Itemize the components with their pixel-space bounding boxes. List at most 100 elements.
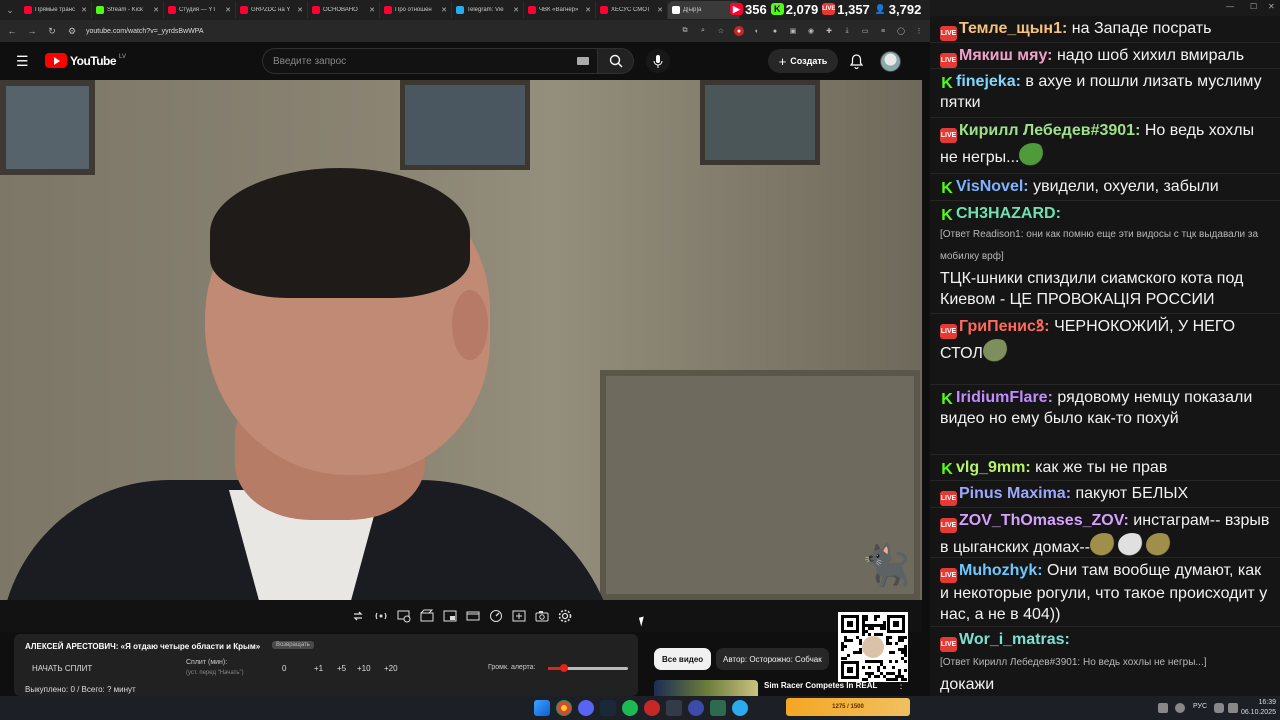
maximize-icon[interactable]: ☐ bbox=[1250, 2, 1257, 11]
chat-nickname[interactable]: Pinus Maxima bbox=[959, 485, 1066, 502]
chat-nickname[interactable]: VisNovel bbox=[956, 178, 1023, 195]
chrome-icon[interactable] bbox=[556, 700, 572, 716]
discord-icon[interactable] bbox=[578, 700, 594, 716]
voice-search-button[interactable] bbox=[646, 49, 670, 73]
chat-nickname[interactable]: Wor_i_matras bbox=[959, 631, 1065, 648]
tab-close-icon[interactable]: ✕ bbox=[513, 6, 519, 14]
extension-icon[interactable]: ▣ bbox=[788, 26, 798, 36]
notifications-button[interactable] bbox=[848, 52, 864, 70]
chat-nickname[interactable]: ГриПенисꝸ bbox=[959, 318, 1044, 335]
return-badge[interactable]: Возвращать bbox=[272, 641, 314, 649]
close-icon[interactable]: ✕ bbox=[1268, 2, 1275, 11]
screenshot-viewer-icon[interactable] bbox=[396, 609, 411, 624]
reload-icon[interactable]: ↻ bbox=[46, 26, 58, 37]
extension-icon[interactable]: ◐ bbox=[752, 26, 762, 36]
browser-tab[interactable]: GRPZDC на Y ✕ bbox=[236, 1, 308, 19]
tab-close-icon[interactable]: ✕ bbox=[441, 6, 447, 14]
tab-search-icon[interactable]: ⌄ bbox=[0, 0, 20, 20]
menu-icon[interactable]: ☰ bbox=[16, 54, 30, 68]
speed-icon[interactable] bbox=[488, 609, 503, 624]
zoom-icon[interactable]: ⌕ bbox=[698, 26, 708, 36]
site-info-icon[interactable]: ⚙ bbox=[66, 26, 78, 37]
chat-nickname[interactable]: Темле_щын1 bbox=[959, 20, 1062, 37]
start-icon[interactable] bbox=[534, 700, 550, 716]
chat-nickname[interactable]: IridiumFlare bbox=[956, 389, 1048, 406]
url-field[interactable]: youtube.com/watch?v=_yyrdsBwWPA bbox=[86, 28, 672, 35]
tab-close-icon[interactable]: ✕ bbox=[153, 6, 159, 14]
back-icon[interactable]: ← bbox=[6, 26, 18, 36]
browser-tab[interactable]: Stream - Kick ✕ bbox=[92, 1, 164, 19]
profile-icon[interactable]: ◯ bbox=[896, 26, 906, 36]
minimize-icon[interactable]: — bbox=[1226, 2, 1234, 11]
keyboard-language[interactable]: РУС bbox=[1193, 703, 1207, 710]
tab-close-icon[interactable]: ✕ bbox=[297, 6, 303, 14]
video-player[interactable]: 🐈‍⬛ bbox=[0, 80, 922, 600]
alert-volume-slider[interactable] bbox=[548, 664, 628, 672]
clapperboard-icon[interactable] bbox=[419, 609, 434, 624]
extension-icon[interactable]: ● bbox=[734, 26, 744, 36]
more-actions-icon[interactable]: ⋮ bbox=[896, 680, 906, 691]
browser-tab[interactable]: Студия — YT ✕ bbox=[164, 1, 236, 19]
picture-in-picture-icon[interactable] bbox=[442, 609, 457, 624]
add-5-button[interactable]: +5 bbox=[337, 664, 346, 673]
chat-nickname[interactable]: Мякиш мяу bbox=[959, 47, 1047, 64]
clock[interactable]: 16:39 06.10.2025 bbox=[1240, 698, 1276, 718]
chat-nickname[interactable]: ZOV_ThOmases_ZOV bbox=[959, 512, 1124, 529]
browser-tab[interactable]: ХЕСУС СМОТ ✕ bbox=[596, 1, 668, 19]
bookmark-star-icon[interactable]: ☆ bbox=[716, 26, 726, 36]
chip-author[interactable]: Автор: Осторожно: Собчак bbox=[716, 648, 829, 670]
youtube-logo[interactable]: YouTube LV bbox=[45, 53, 126, 68]
search-button[interactable] bbox=[598, 48, 634, 74]
network-icon[interactable] bbox=[1214, 703, 1224, 713]
app-icon[interactable] bbox=[710, 700, 726, 716]
microphone-tray-icon[interactable] bbox=[1175, 703, 1185, 713]
browser-tab[interactable]: Telegram: Vie ✕ bbox=[452, 1, 524, 19]
obs-icon[interactable] bbox=[644, 700, 660, 716]
loop-icon[interactable] bbox=[350, 609, 365, 624]
tab-close-icon[interactable]: ✕ bbox=[81, 6, 87, 14]
start-split-button[interactable]: НАЧАТЬ СПЛИТ bbox=[32, 664, 92, 673]
tab-close-icon[interactable]: ✕ bbox=[657, 6, 663, 14]
chat-nickname[interactable]: Muhozhyk bbox=[959, 562, 1037, 579]
tab-close-icon[interactable]: ✕ bbox=[369, 6, 375, 14]
tab-close-icon[interactable]: ✕ bbox=[225, 6, 231, 14]
alert-volume-knob[interactable] bbox=[560, 664, 568, 672]
browser-tab[interactable]: Прямые транс ✕ bbox=[20, 1, 92, 19]
extension-icon[interactable]: ● bbox=[770, 26, 780, 36]
chat-nickname[interactable]: vlg_9mm bbox=[956, 459, 1025, 476]
extension-icon[interactable]: ◉ bbox=[806, 26, 816, 36]
install-icon[interactable]: ⧉ bbox=[680, 26, 690, 36]
browser-tab[interactable]: ОСНОВАНО ✕ bbox=[308, 1, 380, 19]
app-icon[interactable] bbox=[688, 700, 704, 716]
split-view-icon[interactable]: ▭ bbox=[860, 26, 870, 36]
add-1-button[interactable]: +1 bbox=[314, 664, 323, 673]
camera-icon[interactable] bbox=[534, 609, 549, 624]
add-10-button[interactable]: +10 bbox=[357, 664, 371, 673]
create-button[interactable]: + Создать bbox=[768, 49, 838, 73]
sidebar-icon[interactable]: ≡ bbox=[878, 26, 888, 36]
app-icon[interactable] bbox=[666, 700, 682, 716]
add-clip-icon[interactable] bbox=[511, 609, 526, 624]
chat-nickname[interactable]: Кирилл Лебедев#3901 bbox=[959, 122, 1135, 139]
settings-gear-icon[interactable] bbox=[557, 609, 572, 624]
tray-chevron-icon[interactable] bbox=[1158, 703, 1168, 713]
spotify-icon[interactable] bbox=[622, 700, 638, 716]
tab-close-icon[interactable]: ✕ bbox=[585, 6, 591, 14]
avatar[interactable] bbox=[880, 51, 901, 72]
telegram-icon[interactable] bbox=[732, 700, 748, 716]
chip-all-videos[interactable]: Все видео bbox=[654, 648, 712, 670]
chat-nickname[interactable]: finejeka bbox=[956, 73, 1016, 90]
browser-tab[interactable]: ЧВК «Вагнер» ✕ bbox=[524, 1, 596, 19]
audio-icon[interactable] bbox=[373, 609, 388, 624]
add-20-button[interactable]: +20 bbox=[384, 664, 398, 673]
puzzle-icon[interactable]: ✚ bbox=[824, 26, 834, 36]
volume-icon[interactable] bbox=[1228, 703, 1238, 713]
steam-icon[interactable] bbox=[600, 700, 616, 716]
keyboard-icon[interactable] bbox=[577, 57, 589, 65]
recommendation-thumbnail[interactable] bbox=[654, 680, 758, 696]
download-icon[interactable]: ⤓ bbox=[842, 26, 852, 36]
browser-tab[interactable]: Про отношен ✕ bbox=[380, 1, 452, 19]
chat-nickname[interactable]: CH3HAZARD bbox=[956, 205, 1056, 222]
forward-icon[interactable]: → bbox=[26, 26, 38, 36]
cinema-mode-icon[interactable] bbox=[465, 609, 480, 624]
